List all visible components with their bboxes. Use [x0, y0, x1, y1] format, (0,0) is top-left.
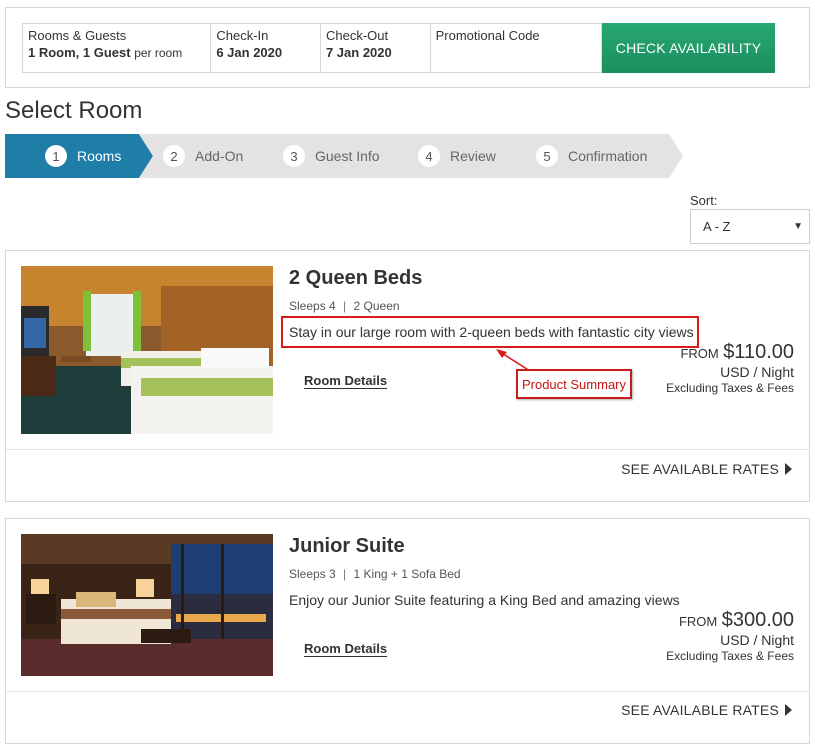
step-guest-info-number: 3 [283, 145, 305, 167]
search-fields: Rooms & Guests 1 Room, 1 Guest per room … [22, 23, 602, 73]
step-rooms-number: 1 [45, 145, 67, 167]
step-confirmation-label: Confirmation [568, 148, 648, 164]
triangle-right-icon [785, 704, 792, 716]
room-card: 2 Queen Beds Sleeps 4 | 2 Queen Stay in … [5, 250, 810, 502]
price-taxes: Excluding Taxes & Fees [666, 381, 794, 395]
price-amount: $110.00 [723, 341, 794, 363]
annotation-label: Product Summary [516, 369, 632, 399]
rooms-guests-sub: per room [134, 46, 183, 60]
rooms-guests-label: Rooms & Guests [28, 28, 127, 43]
search-bar: Rooms & Guests 1 Room, 1 Guest per room … [5, 7, 810, 88]
check-availability-button[interactable]: CHECK AVAILABILITY [602, 23, 775, 73]
room-photo-image [21, 266, 273, 434]
see-available-rates-link[interactable]: SEE AVAILABLE RATES [621, 461, 792, 477]
room-sleeps: Sleeps 3 [289, 567, 336, 581]
step-guest-info-label: Guest Info [315, 148, 380, 164]
step-confirmation-number: 5 [536, 145, 558, 167]
room-beds: 1 King + 1 Sofa Bed [353, 567, 461, 581]
checkin-value: 6 Jan 2020 [216, 45, 283, 60]
card-divider [6, 691, 809, 692]
see-available-rates-label: SEE AVAILABLE RATES [621, 461, 779, 477]
step-rooms[interactable]: 1 Rooms [5, 134, 155, 178]
room-name: Junior Suite [289, 535, 405, 557]
price-from-label: FROM [680, 346, 719, 361]
chevron-down-icon: ▼ [793, 221, 803, 232]
annotation-highlight-box [281, 316, 699, 348]
sort-label: Sort: [690, 193, 718, 208]
checkout-label: Check-Out [325, 28, 389, 43]
room-meta: Sleeps 3 | 1 King + 1 Sofa Bed [289, 567, 461, 581]
checkin-label: Check-In [216, 28, 269, 43]
price-unit: USD / Night [720, 364, 794, 380]
room-meta: Sleeps 4 | 2 Queen [289, 299, 400, 313]
see-available-rates-link[interactable]: SEE AVAILABLE RATES [621, 702, 792, 718]
booking-steps: 1 Rooms 2 Add-On 3 Guest Info 4 Review 5… [5, 134, 685, 178]
sort-select[interactable]: A - Z ▼ [690, 209, 810, 244]
room-price: FROM $300.00 USD / Night Excluding Taxes… [666, 609, 794, 664]
step-review-number: 4 [418, 145, 440, 167]
room-sleeps: Sleeps 4 [289, 299, 336, 313]
triangle-right-icon [785, 463, 792, 475]
step-add-on[interactable]: 2 Add-On [139, 134, 279, 178]
promo-code-label: Promotional Code [435, 28, 540, 43]
checkout-value: 7 Jan 2020 [325, 45, 392, 60]
room-card: Junior Suite Sleeps 3 | 1 King + 1 Sofa … [5, 518, 810, 744]
room-photo[interactable] [21, 534, 273, 676]
room-price: FROM $110.00 USD / Night Excluding Taxes… [666, 341, 794, 396]
sort-value: A - Z [703, 219, 731, 234]
price-unit: USD / Night [720, 632, 794, 648]
step-guest-info[interactable]: 3 Guest Info [259, 134, 409, 178]
price-from-label: FROM [678, 614, 718, 629]
room-description: Enjoy our Junior Suite featuring a King … [289, 592, 680, 608]
page-title: Select Room [5, 97, 143, 124]
step-review[interactable]: 4 Review [394, 134, 529, 178]
step-review-label: Review [450, 148, 496, 164]
see-available-rates-label: SEE AVAILABLE RATES [621, 702, 779, 718]
step-rooms-label: Rooms [77, 148, 122, 164]
room-details-link[interactable]: Room Details [304, 373, 387, 388]
price-amount: $300.00 [721, 609, 794, 631]
step-add-on-number: 2 [163, 145, 185, 167]
promo-code-field[interactable]: Promotional Code [431, 24, 601, 72]
room-photo-image [21, 534, 273, 676]
card-divider [6, 449, 809, 450]
room-details-link[interactable]: Room Details [304, 641, 387, 656]
room-photo[interactable] [21, 266, 273, 434]
checkin-field[interactable]: Check-In 6 Jan 2020 [211, 24, 321, 72]
step-add-on-label: Add-On [195, 148, 244, 164]
price-taxes: Excluding Taxes & Fees [666, 649, 794, 663]
room-name: 2 Queen Beds [289, 267, 423, 289]
step-confirmation[interactable]: 5 Confirmation [512, 134, 687, 178]
rooms-guests-field[interactable]: Rooms & Guests 1 Room, 1 Guest per room [23, 24, 212, 72]
checkout-field[interactable]: Check-Out 7 Jan 2020 [321, 24, 431, 72]
room-beds: 2 Queen [353, 299, 400, 313]
rooms-guests-value: 1 Room, 1 Guest [28, 45, 131, 60]
